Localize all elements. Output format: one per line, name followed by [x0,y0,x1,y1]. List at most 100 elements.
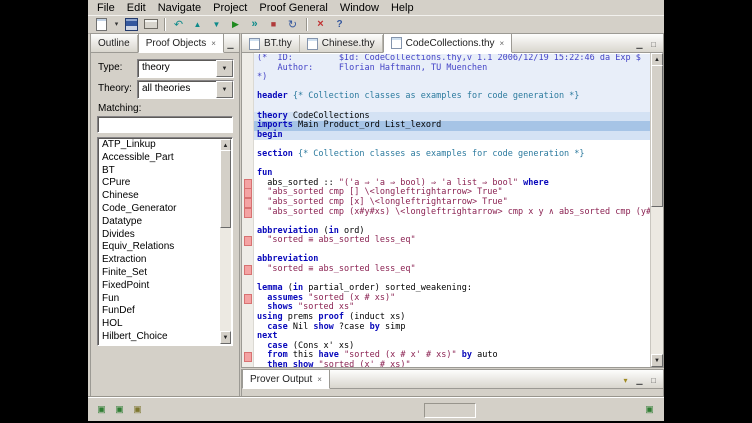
maximize-icon[interactable]: □ [647,38,660,50]
code-line: case Nil show ?case by simp [254,323,650,333]
tab-outline[interactable]: Outline [91,35,138,52]
theory-item-cpure[interactable]: CPure [99,177,220,190]
scroll-thumb[interactable] [220,150,231,228]
print-button[interactable] [141,16,160,32]
tab-bt-thy[interactable]: BT.thy [242,35,300,52]
code-token: section [257,149,293,159]
close-icon[interactable]: × [317,375,322,384]
theory-item-fun[interactable]: Fun [99,293,220,306]
warning-marker[interactable] [244,198,252,208]
use-to-point-button[interactable]: ▶ [226,16,245,32]
warning-marker[interactable] [244,179,252,189]
theory-item-finite-set[interactable]: Finite_Set [99,267,220,280]
code-token: lemma [257,283,283,293]
theory-combo[interactable]: all theories ▼ [137,80,234,99]
console-menu-icon[interactable]: ▾ [619,374,632,386]
theory-item-fixedpoint[interactable]: FixedPoint [99,280,220,293]
new-dropdown-button[interactable]: ▾ [111,16,122,32]
goto-end-button[interactable]: » [245,16,264,32]
theory-item-bt[interactable]: BT [99,165,220,178]
undo-step-button[interactable]: ↶ [169,16,188,32]
tab-prover-output[interactable]: Prover Output× [242,369,330,389]
warning-marker[interactable] [244,188,252,198]
code-token: "sorted (x' # xs)" [318,360,410,367]
theory-item-chinese[interactable]: Chinese [99,190,220,203]
menu-help[interactable]: Help [385,1,420,15]
theory-item-hol[interactable]: HOL [99,318,220,331]
menu-window[interactable]: Window [334,1,385,15]
code-token [257,264,267,274]
close-icon[interactable]: × [500,39,505,48]
theory-item-code-generator[interactable]: Code_Generator [99,203,220,216]
code-token [257,322,267,332]
interrupt-button[interactable]: × [311,16,330,32]
maximize-icon[interactable]: □ [647,374,660,386]
theory-item-hilbert-choice[interactable]: Hilbert_Choice [99,331,220,344]
theory-item-datatype[interactable]: Datatype [99,216,220,229]
proof-objects-view: OutlineProof Objects× ▁ □ Type: theory ▼… [90,33,240,399]
minimize-icon[interactable]: ▁ [633,38,646,50]
menu-project[interactable]: Project [207,1,253,15]
prev-step-button[interactable]: ▲ [188,16,207,32]
next-step-button[interactable]: ▼ [207,16,226,32]
theory-item-atp-linkup[interactable]: ATP_Linkup [99,139,220,152]
code-token: proof [318,312,344,322]
code-line: imports Main Product_ord List_lexord [254,121,650,131]
theory-item-divides[interactable]: Divides [99,229,220,242]
menu-navigate[interactable]: Navigate [152,1,207,15]
tab-codecollections-thy[interactable]: CodeCollections.thy × [383,33,513,53]
code-line: "sorted ≡ abs_sorted less_eq" [254,236,650,246]
status-progress-area [424,403,476,418]
theory-list-scrollbar[interactable]: ▲ ▼ [220,139,231,344]
tab-chinese-thy[interactable]: Chinese.thy [300,35,383,52]
prover-status-icon[interactable]: ▣ [642,402,657,417]
code-token: fun [257,168,272,178]
menu-file[interactable]: File [91,1,121,15]
code-token: "abs_sorted cmp [] \<longleftrightarrow>… [267,187,502,197]
code-area[interactable]: (* ID: $Id: CodeCollections.thy,v 1.1 20… [254,54,650,367]
tab-label: CodeCollections.thy [406,38,495,49]
scroll-down-icon[interactable]: ▼ [220,331,231,344]
code-line: begin [254,131,650,141]
help-button[interactable]: ? [330,16,349,32]
editor-canvas[interactable]: (* ID: $Id: CodeCollections.thy,v 1.1 20… [242,53,663,367]
file-icon [249,38,260,50]
warning-marker[interactable] [244,294,252,304]
code-token: "abs_sorted cmp (x#y#xs) \<longleftright… [267,207,650,217]
type-combo-arrow-icon[interactable]: ▼ [216,60,233,77]
scroll-down-icon[interactable]: ▼ [651,354,663,367]
scroll-thumb[interactable] [651,65,663,207]
theory-item-extraction[interactable]: Extraction [99,254,220,267]
restart-button[interactable]: ↻ [283,16,302,32]
left-tabbar: OutlineProof Objects× ▁ □ [91,34,239,53]
menu-proof-general[interactable]: Proof General [253,1,333,15]
fast-view-2-icon[interactable]: ▣ [112,402,127,417]
bottom-tabbar: Prover Output× ▾ ▁ □ [242,370,663,389]
warning-marker[interactable] [244,352,252,362]
menu-edit[interactable]: Edit [121,1,152,15]
code-line: "abs_sorted cmp (x#y#xs) \<longleftright… [254,208,650,218]
warning-marker[interactable] [244,265,252,275]
stop-button[interactable]: ■ [264,16,283,32]
type-combo[interactable]: theory ▼ [137,59,234,78]
theory-item-accessible-part[interactable]: Accessible_Part [99,152,220,165]
code-token: "sorted ≡ abs_sorted less_eq" [267,264,415,274]
code-token: in [293,283,303,293]
theory-combo-arrow-icon[interactable]: ▼ [216,81,233,98]
code-token [257,197,267,207]
theory-item-equiv-relations[interactable]: Equiv_Relations [99,241,220,254]
theory-item-fundef[interactable]: FunDef [99,305,220,318]
minimize-icon[interactable]: ▁ [633,374,646,386]
minimize-icon[interactable]: ▁ [224,38,237,50]
warning-marker[interactable] [244,236,252,246]
save-button[interactable] [122,16,141,32]
editor-scrollbar[interactable]: ▲ ▼ [650,53,663,367]
warning-marker[interactable] [244,208,252,218]
new-button[interactable] [92,16,111,32]
close-icon[interactable]: × [211,39,216,48]
tab-proof-objects[interactable]: Proof Objects× [138,33,224,53]
matching-input[interactable] [97,116,233,133]
fast-view-1-icon[interactable]: ▣ [94,402,109,417]
code-line: "sorted ≡ abs_sorted less_eq" [254,265,650,275]
fast-view-3-icon[interactable]: ▣ [130,402,145,417]
